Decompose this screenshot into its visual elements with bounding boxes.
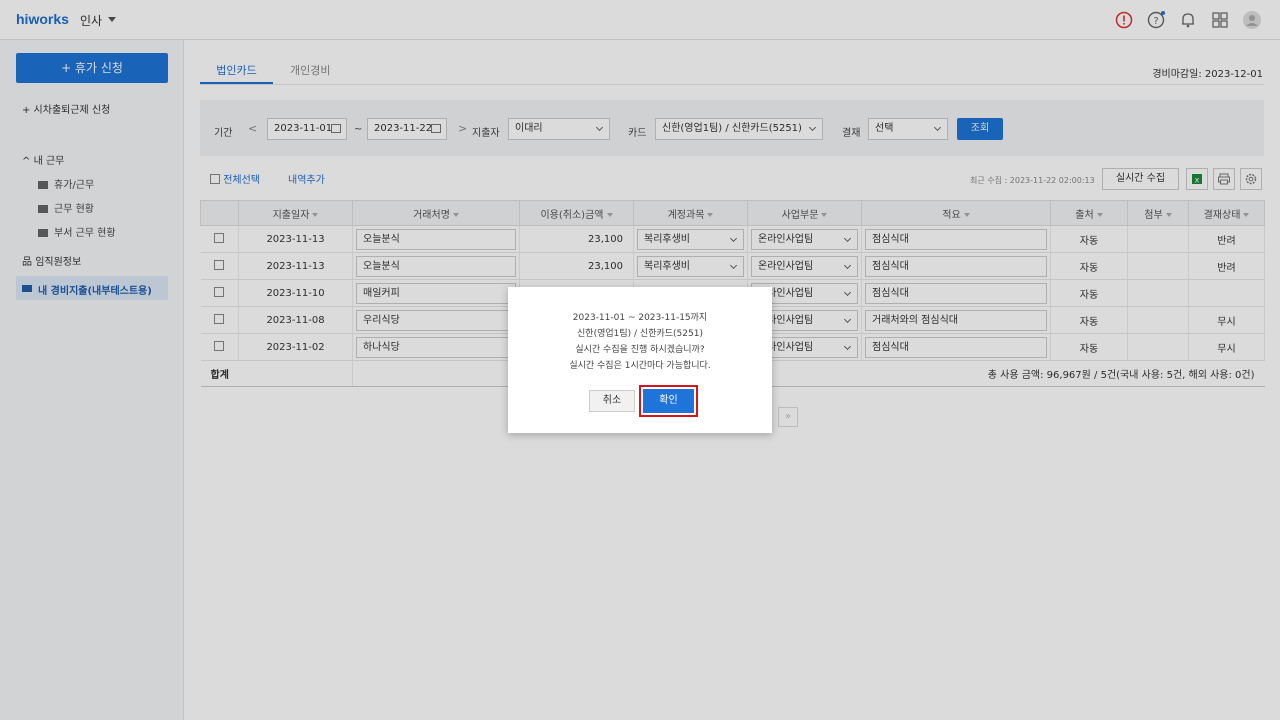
dialog-card: 신한(영업1팀) / 신한카드(5251) — [577, 329, 703, 339]
dialog-period: 2023-11-01 ~ 2023-11-15까지 — [572, 313, 708, 323]
dialog-question: 실시간 수집을 진행 하시겠습니까? — [575, 345, 705, 355]
confirm-dialog: 2023-11-01 ~ 2023-11-15까지 신한(영업1팀) / 신한카… — [508, 287, 772, 433]
dialog-note: 실시간 수집은 1시간마다 가능합니다. — [569, 361, 711, 371]
confirm-button[interactable]: 확인 — [643, 389, 694, 413]
cancel-button[interactable]: 취소 — [589, 390, 635, 412]
